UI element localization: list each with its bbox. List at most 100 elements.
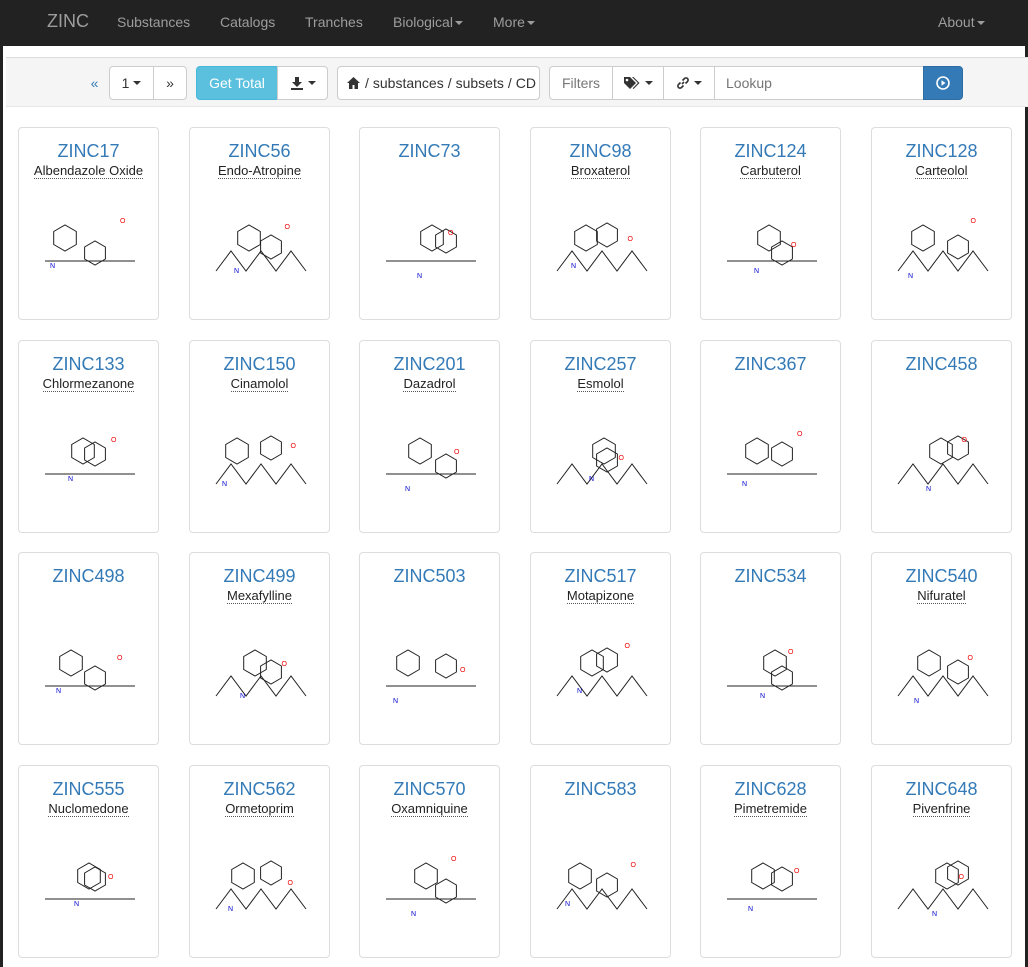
molecule-structure-image[interactable]: ON [878, 396, 1005, 516]
molecule-structure-image[interactable]: ON [25, 183, 152, 303]
molecule-structure-image[interactable]: ON [196, 608, 323, 728]
tags-button[interactable] [612, 66, 664, 100]
page-select[interactable]: 1 [109, 66, 154, 100]
breadcrumb-item[interactable]: subsets [456, 75, 504, 91]
breadcrumb-item[interactable]: CD [516, 75, 536, 91]
substance-card[interactable]: ZINC503 O N [359, 552, 500, 745]
home-icon[interactable] [346, 76, 361, 90]
next-page-button[interactable]: » [153, 66, 187, 100]
substance-name: Mexafylline [190, 588, 329, 604]
substance-card[interactable]: ZINC128 Carteolol O N [871, 127, 1012, 320]
molecule-structure-image[interactable]: ON [366, 396, 493, 516]
filters-button[interactable]: Filters [549, 66, 613, 100]
substance-id-link[interactable]: ZINC98 [531, 140, 670, 162]
substance-name: Motapizone [531, 588, 670, 604]
molecule-structure-image[interactable]: ON [25, 821, 152, 941]
substance-id-link[interactable]: ZINC570 [360, 778, 499, 800]
nav-catalogs[interactable]: Catalogs [220, 14, 275, 30]
substance-id-link[interactable]: ZINC583 [531, 778, 670, 800]
substance-id-link[interactable]: ZINC517 [531, 565, 670, 587]
substance-id-link[interactable]: ZINC628 [701, 778, 840, 800]
substance-card[interactable]: ZINC98 Broxaterol O N [530, 127, 671, 320]
molecule-structure-image[interactable]: ON [707, 821, 834, 941]
download-button[interactable] [277, 66, 328, 100]
molecule-structure-image[interactable]: ON [878, 183, 1005, 303]
nav-biological[interactable]: Biological [393, 14, 463, 30]
page-frame: ZINC Substances Catalogs Tranches Biolog… [0, 0, 1028, 967]
substance-id-link[interactable]: ZINC498 [19, 565, 158, 587]
nav-tranches[interactable]: Tranches [305, 14, 363, 30]
substance-id-link[interactable]: ZINC201 [360, 353, 499, 375]
substance-id-link[interactable]: ZINC458 [872, 353, 1011, 375]
molecule-structure-image[interactable]: ON [25, 608, 152, 728]
substance-card[interactable]: ZINC517 Motapizone O N [530, 552, 671, 745]
lookup-input[interactable] [714, 66, 924, 100]
nav-substances[interactable]: Substances [117, 14, 190, 30]
molecule-structure-image[interactable]: ON [878, 821, 1005, 941]
substance-card[interactable]: ZINC73 O N [359, 127, 500, 320]
molecule-structure-image[interactable]: ON [707, 608, 834, 728]
substance-card[interactable]: ZINC555 Nuclomedone O N [18, 765, 159, 958]
substance-id-link[interactable]: ZINC499 [190, 565, 329, 587]
substance-card[interactable]: ZINC17 Albendazole Oxide O N [18, 127, 159, 320]
substance-card[interactable]: ZINC499 Mexafylline O N [189, 552, 330, 745]
lookup-go-button[interactable] [923, 66, 963, 100]
substance-id-link[interactable]: ZINC648 [872, 778, 1011, 800]
substance-id-link[interactable]: ZINC124 [701, 140, 840, 162]
molecule-structure-image[interactable]: ON [537, 396, 664, 516]
prev-page-button[interactable]: « [82, 66, 107, 100]
substance-id-link[interactable]: ZINC133 [19, 353, 158, 375]
substance-card[interactable]: ZINC201 Dazadrol O N [359, 340, 500, 533]
molecule-structure-image[interactable]: ON [366, 821, 493, 941]
molecule-structure-image[interactable]: ON [707, 183, 834, 303]
molecule-structure-image[interactable]: ON [25, 396, 152, 516]
substance-card[interactable]: ZINC150 Cinamolol O N [189, 340, 330, 533]
substance-id-link[interactable]: ZINC56 [190, 140, 329, 162]
substance-id-link[interactable]: ZINC534 [701, 565, 840, 587]
substance-name: Cinamolol [190, 376, 329, 392]
substance-card[interactable]: ZINC56 Endo-Atropine O N [189, 127, 330, 320]
breadcrumb-item[interactable]: substances [373, 75, 444, 91]
substance-id-link[interactable]: ZINC73 [360, 140, 499, 162]
substance-id-link[interactable]: ZINC367 [701, 353, 840, 375]
molecule-structure-image[interactable]: ON [196, 821, 323, 941]
molecule-structure-image[interactable]: ON [707, 396, 834, 516]
substance-name-text: Broxaterol [570, 163, 631, 179]
substance-id-link[interactable]: ZINC150 [190, 353, 329, 375]
substance-card[interactable]: ZINC648 Pivenfrine O N [871, 765, 1012, 958]
molecule-structure-image[interactable]: ON [366, 183, 493, 303]
get-total-button[interactable]: Get Total [196, 66, 278, 100]
substance-card[interactable]: ZINC257 Esmolol O N [530, 340, 671, 533]
molecule-structure-image[interactable]: ON [878, 608, 1005, 728]
substance-card[interactable]: ZINC458 O N [871, 340, 1012, 533]
substance-card[interactable]: ZINC124 Carbuterol O N [700, 127, 841, 320]
substance-card[interactable]: ZINC534 O N [700, 552, 841, 745]
substance-card[interactable]: ZINC540 Nifuratel O N [871, 552, 1012, 745]
molecule-structure-image[interactable]: ON [366, 608, 493, 728]
substance-id-link[interactable]: ZINC555 [19, 778, 158, 800]
molecule-structure-image[interactable]: ON [196, 183, 323, 303]
molecule-structure-image[interactable]: ON [537, 821, 664, 941]
substance-id-link[interactable]: ZINC540 [872, 565, 1011, 587]
link-button[interactable] [663, 66, 715, 100]
substance-card[interactable]: ZINC133 Chlormezanone O N [18, 340, 159, 533]
brand-logo[interactable]: ZINC [47, 11, 89, 32]
substance-card[interactable]: ZINC628 Pimetremide O N [700, 765, 841, 958]
substance-card[interactable]: ZINC562 Ormetoprim O N [189, 765, 330, 958]
substance-id-link[interactable]: ZINC128 [872, 140, 1011, 162]
substance-id-link[interactable]: ZINC562 [190, 778, 329, 800]
molecule-structure-image[interactable]: ON [537, 608, 664, 728]
substance-card[interactable]: ZINC570 Oxamniquine O N [359, 765, 500, 958]
molecule-structure-image[interactable]: ON [537, 183, 664, 303]
substance-id-link[interactable]: ZINC17 [19, 140, 158, 162]
substance-id-link[interactable]: ZINC257 [531, 353, 670, 375]
substance-card[interactable]: ZINC498 O N [18, 552, 159, 745]
substance-name-text: Chlormezanone [42, 376, 135, 392]
molecule-structure-image[interactable]: ON [196, 396, 323, 516]
substance-card[interactable]: ZINC583 O N [530, 765, 671, 958]
nav-about[interactable]: About [938, 14, 985, 30]
svg-text:N: N [571, 263, 576, 270]
nav-more[interactable]: More [493, 14, 535, 30]
substance-id-link[interactable]: ZINC503 [360, 565, 499, 587]
substance-card[interactable]: ZINC367 O N [700, 340, 841, 533]
